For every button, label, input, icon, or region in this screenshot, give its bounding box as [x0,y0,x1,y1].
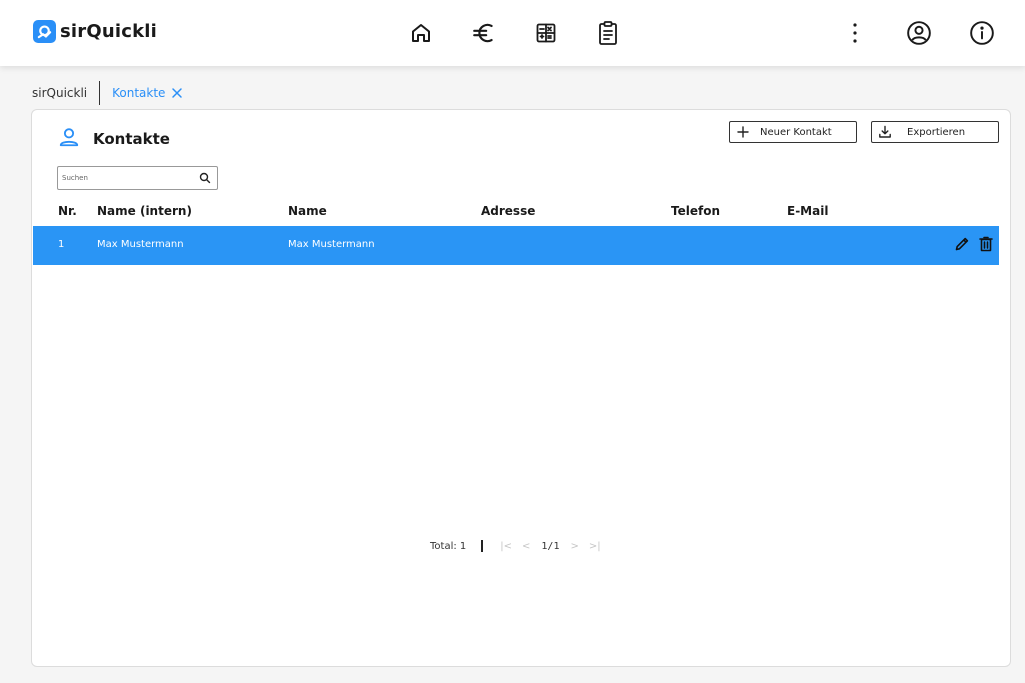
more-vertical-icon[interactable] [840,18,870,48]
column-header-telefon[interactable]: Telefon [671,204,720,218]
prev-page-icon[interactable]: < [522,541,530,552]
edit-icon[interactable] [954,236,970,252]
page-title: Kontakte [93,130,170,148]
search-input[interactable] [62,169,192,187]
new-contact-button[interactable]: Neuer Kontakt [729,121,857,143]
panel-header: Kontakte [58,126,170,152]
trash-icon[interactable] [979,236,993,252]
contacts-panel: Kontakte Neuer Kontakt Exportieren Nr. N… [31,109,1011,667]
export-label: Exportieren [907,126,966,138]
tab-sirquickli[interactable]: sirQuickli [32,86,99,100]
row-actions [945,236,993,252]
tab-bar: sirQuickli Kontakte [32,80,183,106]
calculator-icon[interactable] [531,18,561,48]
column-header-name-intern[interactable]: Name (intern) [97,204,192,218]
pagination-total: Total: 1 [430,540,467,552]
column-header-email[interactable]: E-Mail [787,204,828,218]
next-page-icon[interactable]: > [570,541,578,552]
table-header: Nr. Name (intern) Name Adresse Telefon E… [32,202,1012,224]
tab-kontakte[interactable]: Kontakte [100,86,183,100]
tab-kontakte-label: Kontakte [112,86,166,100]
search-icon[interactable] [199,172,211,184]
pagination-pages: 1/1 [541,540,560,552]
home-icon[interactable] [406,18,436,48]
user-circle-icon[interactable] [904,18,934,48]
app-logo[interactable]: sirQuickli [33,20,157,43]
column-header-nr[interactable]: Nr. [58,204,77,218]
column-header-name[interactable]: Name [288,204,327,218]
pagination: Total: 1 |< < 1/1 > >| [430,538,606,554]
cell-name: Max Mustermann [288,239,375,250]
search-box [57,166,218,190]
plus-icon [736,125,750,139]
first-page-icon[interactable]: |< [500,541,512,552]
column-header-adresse[interactable]: Adresse [481,204,535,218]
pagination-divider [481,540,484,552]
new-contact-label: Neuer Kontakt [760,126,832,138]
info-icon[interactable] [967,18,997,48]
app-name: sirQuickli [60,21,158,42]
clipboard-icon[interactable] [593,18,623,48]
download-icon [878,125,892,139]
cell-name-intern: Max Mustermann [97,239,184,250]
euro-icon[interactable] [469,18,499,48]
table-row[interactable]: 1 Max Mustermann Max Mustermann [33,226,999,265]
logo-icon [33,20,56,43]
close-icon[interactable] [171,87,183,99]
user-icon [58,126,80,152]
top-bar: sirQuickli [0,0,1025,66]
last-page-icon[interactable]: >| [589,541,601,552]
cell-nr: 1 [58,239,65,250]
export-button[interactable]: Exportieren [871,121,999,143]
